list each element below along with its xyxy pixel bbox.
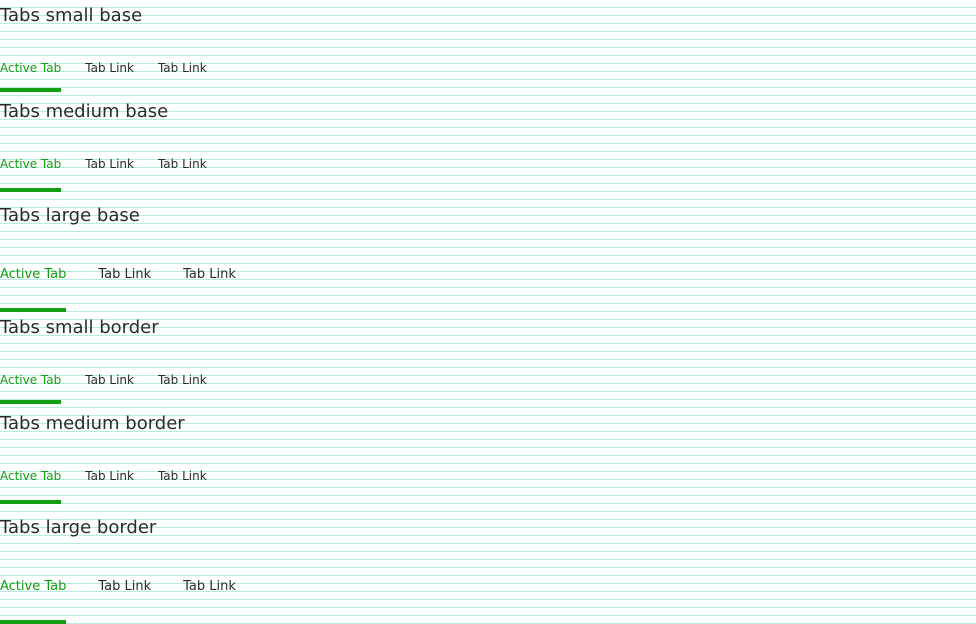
tabs-small-border: Active Tab Tab Link Tab Link <box>0 372 231 404</box>
tab-link[interactable]: Tab Link <box>85 468 134 494</box>
section-title: Tabs small base <box>0 5 143 26</box>
tab-active[interactable]: Active Tab <box>0 468 62 504</box>
section-title: Tabs large border <box>0 517 157 538</box>
section-title: Tabs large base <box>0 205 140 226</box>
tab-link[interactable]: Tab Link <box>158 372 207 394</box>
tabs-small-base: Active Tab Tab Link Tab Link <box>0 60 231 92</box>
tab-active[interactable]: Active Tab <box>0 60 62 92</box>
tab-active[interactable]: Active Tab <box>0 266 67 312</box>
tab-link[interactable]: Tab Link <box>183 578 236 608</box>
tab-link[interactable]: Tab Link <box>98 578 151 608</box>
tab-active[interactable]: Active Tab <box>0 156 62 192</box>
tabs-medium-base: Active Tab Tab Link Tab Link <box>0 156 231 192</box>
section-title: Tabs medium base <box>0 101 169 122</box>
tabs-large-base: Active Tab Tab Link Tab Link <box>0 266 268 312</box>
tab-link[interactable]: Tab Link <box>85 156 134 182</box>
tab-link[interactable]: Tab Link <box>158 156 207 182</box>
tab-link[interactable]: Tab Link <box>85 60 134 82</box>
tab-link[interactable]: Tab Link <box>183 266 236 296</box>
tab-link[interactable]: Tab Link <box>158 60 207 82</box>
tab-active[interactable]: Active Tab <box>0 578 67 624</box>
section-title: Tabs medium border <box>0 413 185 434</box>
section-title: Tabs small border <box>0 317 159 338</box>
tab-link[interactable]: Tab Link <box>158 468 207 494</box>
tab-link[interactable]: Tab Link <box>85 372 134 394</box>
tab-active[interactable]: Active Tab <box>0 372 62 404</box>
tab-link[interactable]: Tab Link <box>98 266 151 296</box>
tabs-large-border: Active Tab Tab Link Tab Link <box>0 578 268 624</box>
tabs-medium-border: Active Tab Tab Link Tab Link <box>0 468 231 504</box>
